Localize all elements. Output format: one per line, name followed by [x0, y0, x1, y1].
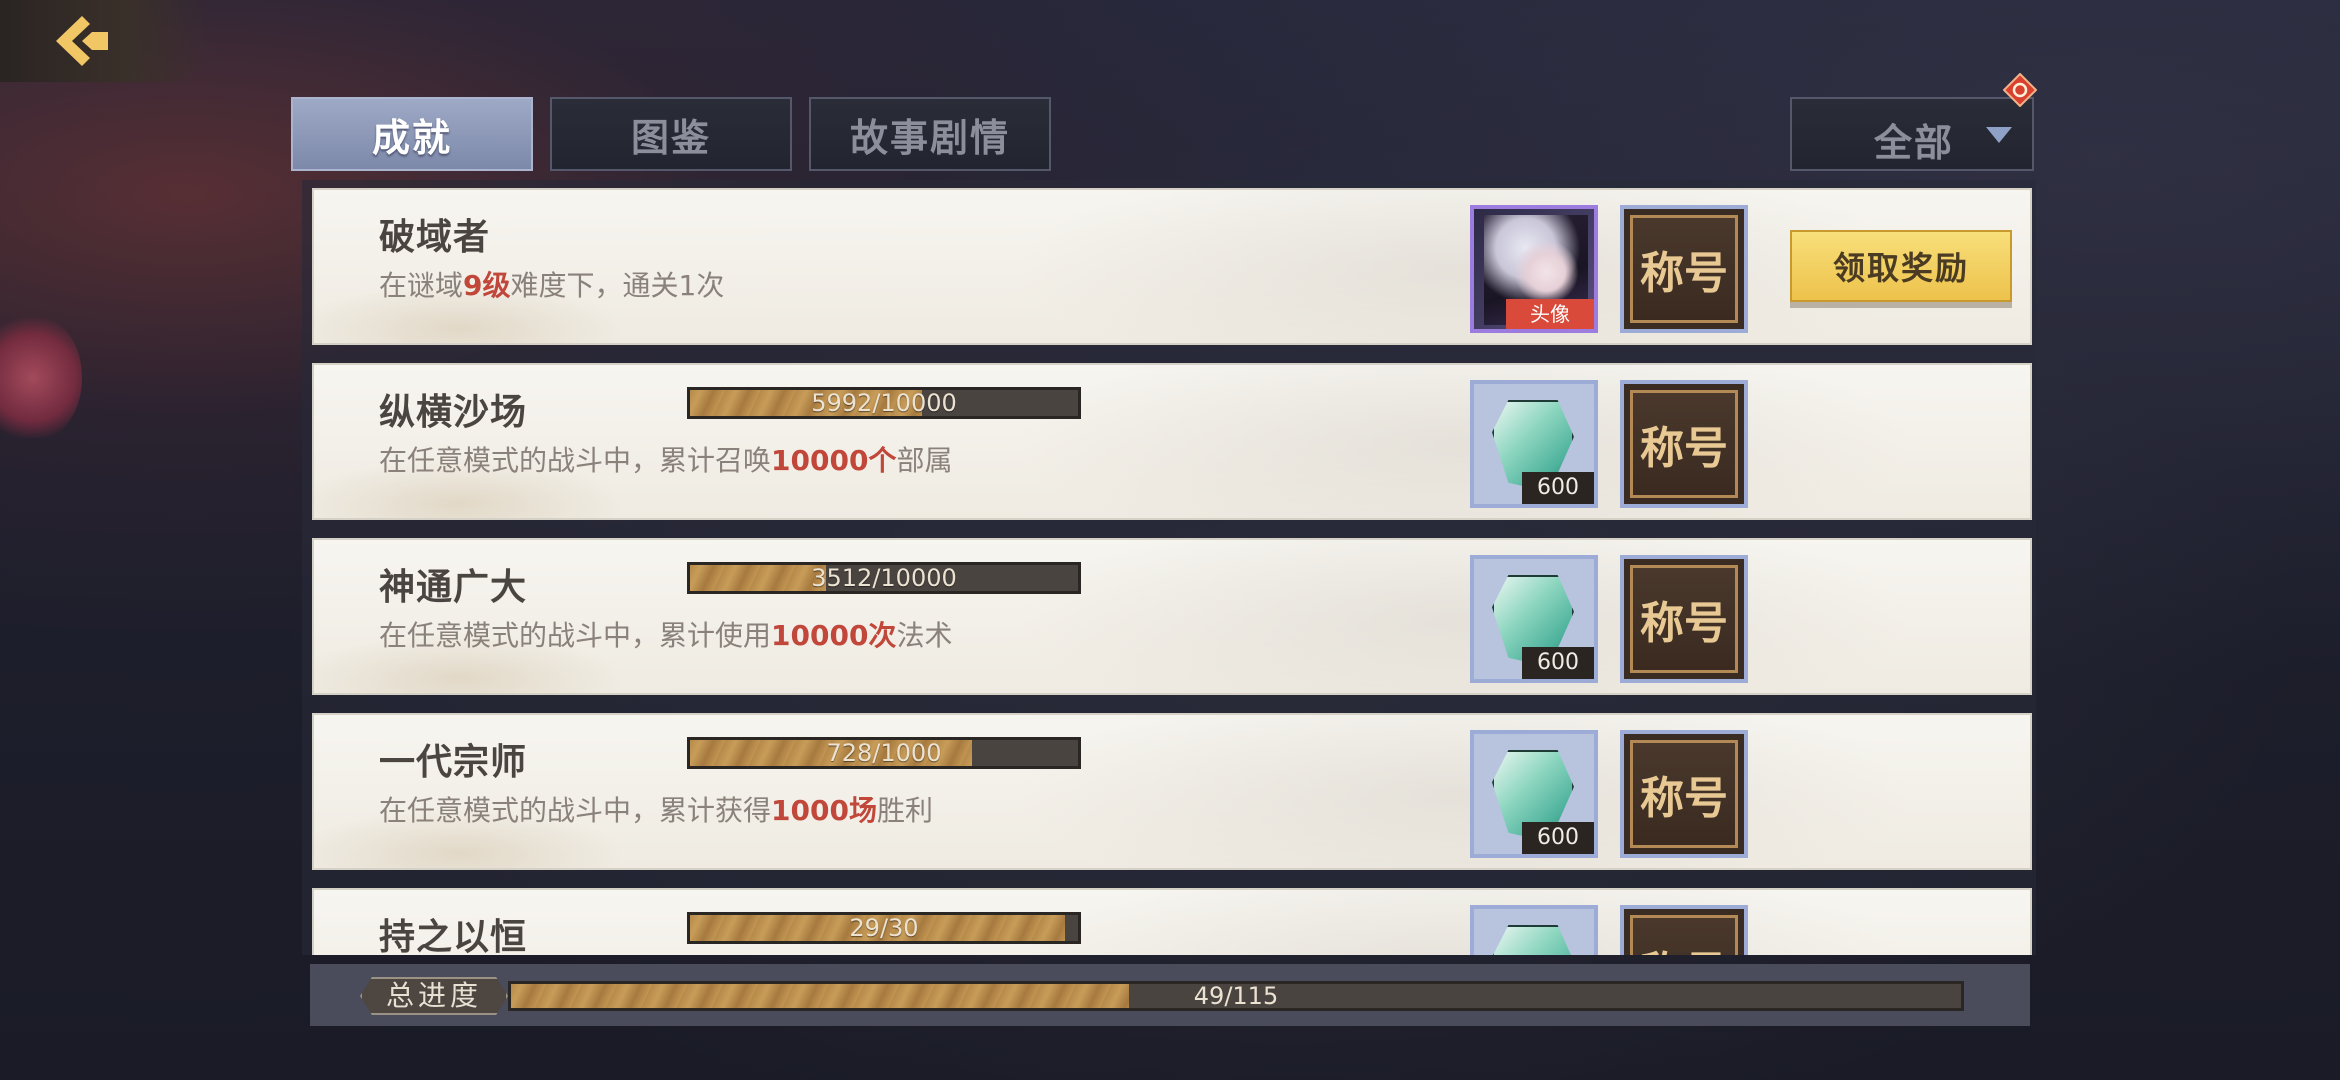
- progress-text: 29/30: [849, 914, 919, 942]
- progress-text: 5992/10000: [811, 389, 957, 417]
- reward-gem[interactable]: 600: [1470, 555, 1598, 683]
- filter-label: 全部: [1874, 121, 1955, 165]
- triangle-down-icon: [1986, 127, 2012, 143]
- total-progress-panel: 总进度 49/115: [310, 964, 2030, 1026]
- achievement-card: 纵横沙场 5992/10000 在任意模式的战斗中，累计召唤10000个部属 6…: [312, 363, 2032, 520]
- achievement-desc: 在谜域9级难度下，通关1次: [379, 269, 725, 302]
- red-diamond-badge-icon: [2003, 73, 2037, 107]
- reward-gem[interactable]: [1470, 905, 1598, 955]
- reward-quantity: 600: [1522, 822, 1594, 854]
- title-badge-label: 称号: [1630, 565, 1738, 673]
- back-arrow-icon: [56, 16, 108, 66]
- side-lantern-decoration: [0, 318, 82, 438]
- reward-tag: 头像: [1506, 299, 1594, 329]
- achievement-title: 一代宗师: [379, 742, 528, 783]
- achievement-card: 神通广大 3512/10000 在任意模式的战斗中，累计使用10000次法术 6…: [312, 538, 2032, 695]
- achievement-title: 破域者: [379, 217, 491, 258]
- achievement-card: 持之以恒 29/30 称号: [312, 888, 2032, 955]
- reward-title-badge[interactable]: 称号: [1620, 205, 1748, 333]
- achievement-desc: 在任意模式的战斗中，累计使用10000次法术: [379, 619, 953, 652]
- filter-dropdown[interactable]: 全部: [1790, 97, 2034, 171]
- swirl-decoration: [1014, 365, 1914, 518]
- swirl-decoration: [1014, 715, 1914, 868]
- title-badge-label: 称号: [1630, 215, 1738, 323]
- reward-gem[interactable]: 600: [1470, 730, 1598, 858]
- tab-story[interactable]: 故事剧情: [809, 97, 1051, 171]
- title-badge-label: 称号: [1630, 390, 1738, 498]
- total-progress-text: 49/115: [1193, 982, 1279, 1010]
- jade-gem-icon: [1492, 925, 1574, 955]
- reward-title-badge[interactable]: 称号: [1620, 380, 1748, 508]
- title-badge-label: 称号: [1630, 915, 1738, 955]
- title-badge-label: 称号: [1630, 740, 1738, 848]
- reward-title-badge[interactable]: 称号: [1620, 730, 1748, 858]
- tab-collection[interactable]: 图鉴: [550, 97, 792, 171]
- reward-portrait[interactable]: 头像: [1470, 205, 1598, 333]
- reward-quantity: 600: [1522, 647, 1594, 679]
- achievement-title: 持之以恒: [379, 917, 528, 955]
- progress-bar: 728/1000: [687, 737, 1081, 769]
- swirl-decoration: [1014, 890, 1914, 955]
- achievement-title: 纵横沙场: [379, 392, 528, 433]
- back-button[interactable]: [0, 0, 210, 82]
- reward-gem[interactable]: 600: [1470, 380, 1598, 508]
- achievement-title: 神通广大: [379, 567, 528, 608]
- claim-reward-button[interactable]: 领取奖励: [1790, 230, 2012, 302]
- achievement-card: 破域者 在谜域9级难度下，通关1次 头像 称号 领取奖励: [312, 188, 2032, 345]
- progress-text: 3512/10000: [811, 564, 957, 592]
- tab-achievements[interactable]: 成就: [291, 97, 533, 171]
- achievement-desc: 在任意模式的战斗中，累计获得1000场胜利: [379, 794, 933, 827]
- swirl-decoration: [1014, 190, 1914, 343]
- achievement-list[interactable]: 破域者 在谜域9级难度下，通关1次 头像 称号 领取奖励 纵横沙场 5992/1…: [302, 180, 2036, 955]
- reward-quantity: 600: [1522, 472, 1594, 504]
- progress-bar: 29/30: [687, 912, 1081, 944]
- progress-bar: 5992/10000: [687, 387, 1081, 419]
- achievement-desc: 在任意模式的战斗中，累计召唤10000个部属: [379, 444, 953, 477]
- swirl-decoration: [1014, 540, 1914, 693]
- reward-title-badge[interactable]: 称号: [1620, 555, 1748, 683]
- achievement-card: 一代宗师 728/1000 在任意模式的战斗中，累计获得1000场胜利 600 …: [312, 713, 2032, 870]
- progress-text: 728/1000: [826, 739, 942, 767]
- reward-title-badge[interactable]: 称号: [1620, 905, 1748, 955]
- total-progress-bar: 49/115: [508, 981, 1964, 1011]
- progress-bar: 3512/10000: [687, 562, 1081, 594]
- total-progress-label: 总进度: [360, 977, 508, 1015]
